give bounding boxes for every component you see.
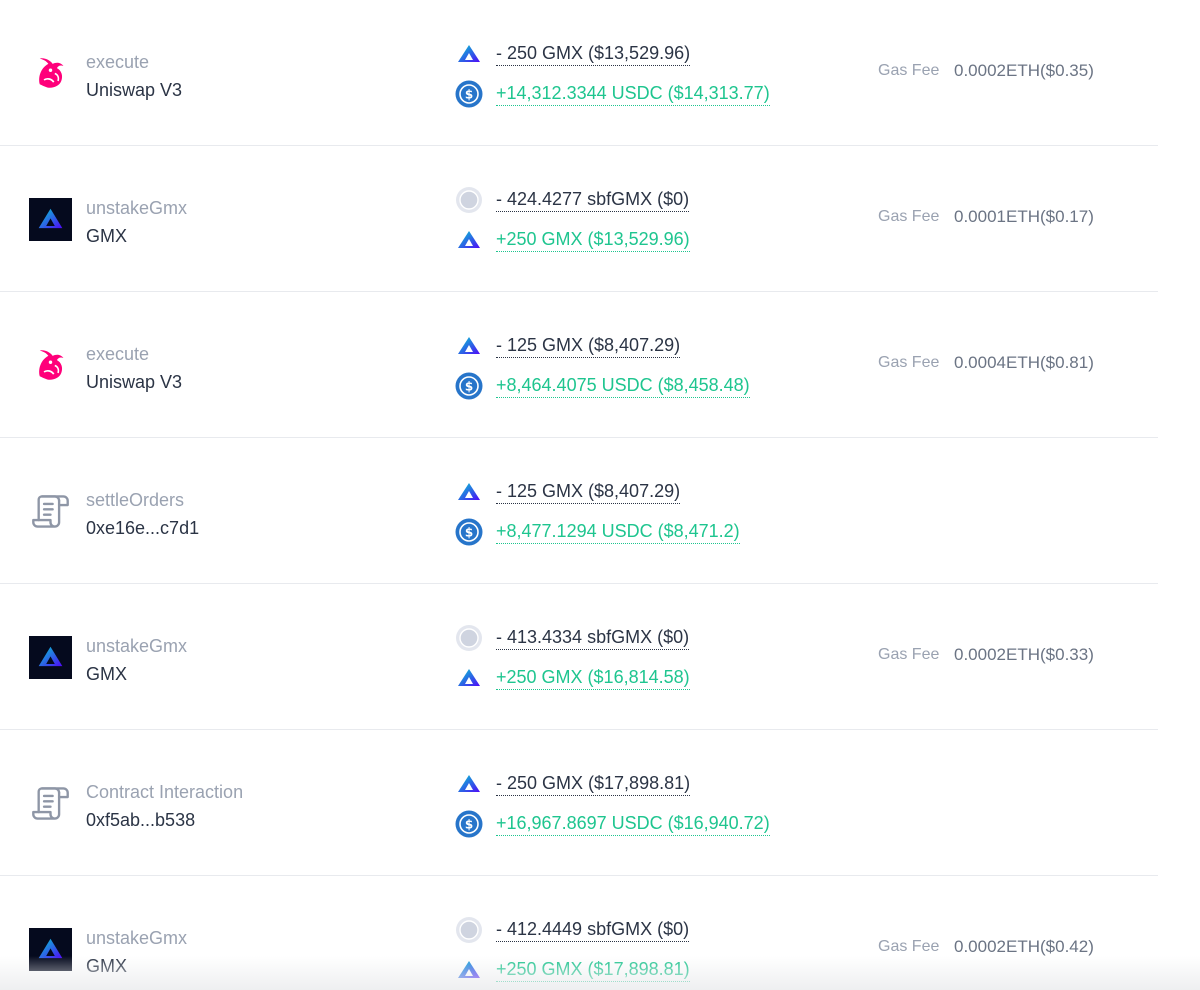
transaction-row[interactable]: execute Uniswap V3 - 125 GMX ($8,407.29) $ +…: [0, 292, 1158, 438]
token-out: - 424.4277 sbfGMX ($0): [455, 186, 690, 214]
token-out: - 250 GMX ($13,529.96): [455, 40, 691, 68]
transaction-list: execute Uniswap V3 - 250 GMX ($13,529.96) $…: [0, 0, 1200, 990]
gmx-token-icon: [455, 664, 483, 692]
token-in-amount[interactable]: +250 GMX ($13,529.96): [496, 229, 690, 252]
token-out-amount[interactable]: - 424.4277 sbfGMX ($0): [496, 189, 690, 212]
method-name: Contract Interaction: [86, 782, 244, 802]
token-out-amount[interactable]: - 250 GMX ($17,898.81): [496, 773, 691, 796]
gmx-token-icon: [455, 40, 483, 68]
svg-text:$: $: [465, 818, 473, 832]
token-in-amount[interactable]: +250 GMX ($16,814.58): [496, 667, 690, 690]
token-out: - 250 GMX ($17,898.81): [455, 770, 691, 798]
target-name[interactable]: GMX: [86, 956, 127, 977]
gmx-token-icon: [455, 478, 483, 506]
token-in-amount[interactable]: +14,312.3344 USDC ($14,313.77): [496, 83, 770, 106]
method-name: unstakeGmx: [86, 198, 188, 218]
target-name[interactable]: GMX: [86, 226, 127, 247]
sbfgmx-token-icon: [455, 624, 483, 652]
token-out: - 125 GMX ($8,407.29): [455, 478, 681, 506]
transaction-row[interactable]: unstakeGmx GMX - 412.4449 sbfGMX ($0) +250 …: [0, 876, 1158, 990]
gas-fee-label: Gas Fee: [878, 208, 940, 225]
token-out: - 412.4449 sbfGMX ($0): [455, 916, 690, 944]
token-out-amount[interactable]: - 413.4334 sbfGMX ($0): [496, 627, 690, 650]
gas-fee-value: 0.0002ETH($0.33): [954, 645, 1094, 664]
contract-scroll-icon: [29, 782, 72, 825]
svg-text:$: $: [465, 526, 473, 540]
token-out-amount[interactable]: - 412.4449 sbfGMX ($0): [496, 919, 690, 942]
transaction-row[interactable]: execute Uniswap V3 - 250 GMX ($13,529.96) $…: [0, 0, 1158, 146]
gas-fee-label: Gas Fee: [878, 938, 940, 955]
uniswap-icon: [29, 344, 72, 387]
svg-text:$: $: [465, 380, 473, 394]
transaction-row[interactable]: settleOrders 0xe16e...c7d1 - 125 GMX ($8,4…: [0, 438, 1158, 584]
gmx-logo-icon: [29, 636, 72, 679]
method-name: unstakeGmx: [86, 636, 188, 656]
method-name: execute: [86, 52, 150, 72]
contract-scroll-icon: [29, 490, 72, 533]
usdc-token-icon: $: [455, 372, 483, 400]
usdc-token-icon: $: [455, 80, 483, 108]
token-in: +250 GMX ($16,814.58): [455, 664, 690, 692]
token-in-amount[interactable]: +16,967.8697 USDC ($16,940.72): [496, 813, 770, 836]
usdc-token-icon: $: [455, 810, 483, 838]
token-in: $ +8,464.4075 USDC ($8,458.48): [455, 372, 750, 400]
gmx-logo-icon: [29, 198, 72, 241]
transaction-row[interactable]: unstakeGmx GMX - 413.4334 sbfGMX ($0) +250 …: [0, 584, 1158, 730]
token-out-amount[interactable]: - 125 GMX ($8,407.29): [496, 481, 681, 504]
token-in: +250 GMX ($13,529.96): [455, 226, 690, 254]
token-out-amount[interactable]: - 125 GMX ($8,407.29): [496, 335, 681, 358]
token-in: $ +16,967.8697 USDC ($16,940.72): [455, 810, 770, 838]
token-in-amount[interactable]: +8,464.4075 USDC ($8,458.48): [496, 375, 750, 398]
gmx-token-icon: [455, 226, 483, 254]
target-name[interactable]: Uniswap V3: [86, 80, 182, 101]
token-out: - 413.4334 sbfGMX ($0): [455, 624, 690, 652]
gmx-token-icon: [455, 956, 483, 984]
transaction-row[interactable]: Contract Interaction 0xf5ab...b538 - 250 G…: [0, 730, 1158, 876]
gas-fee-value: 0.0002ETH($0.42): [954, 937, 1094, 956]
sbfgmx-token-icon: [455, 186, 483, 214]
method-name: unstakeGmx: [86, 928, 188, 948]
token-in-amount[interactable]: +8,477.1294 USDC ($8,471.2): [496, 521, 740, 544]
token-out-amount[interactable]: - 250 GMX ($13,529.96): [496, 43, 691, 66]
target-name[interactable]: 0xf5ab...b538: [86, 810, 195, 831]
target-name[interactable]: 0xe16e...c7d1: [86, 518, 199, 539]
token-out: - 125 GMX ($8,407.29): [455, 332, 681, 360]
method-name: settleOrders: [86, 490, 185, 510]
target-name[interactable]: GMX: [86, 664, 127, 685]
gas-fee-label: Gas Fee: [878, 354, 940, 371]
svg-text:$: $: [465, 88, 473, 102]
token-in: +250 GMX ($17,898.81): [455, 956, 690, 984]
gas-fee-value: 0.0002ETH($0.35): [954, 61, 1094, 80]
transaction-row[interactable]: unstakeGmx GMX - 424.4277 sbfGMX ($0) +250 …: [0, 146, 1158, 292]
uniswap-icon: [29, 52, 72, 95]
gas-fee-label: Gas Fee: [878, 646, 940, 663]
token-in: $ +14,312.3344 USDC ($14,313.77): [455, 80, 770, 108]
token-in: $ +8,477.1294 USDC ($8,471.2): [455, 518, 740, 546]
gas-fee-value: 0.0004ETH($0.81): [954, 353, 1094, 372]
token-in-amount[interactable]: +250 GMX ($17,898.81): [496, 959, 690, 982]
gmx-token-icon: [455, 332, 483, 360]
gas-fee-value: 0.0001ETH($0.17): [954, 207, 1094, 226]
method-name: execute: [86, 344, 150, 364]
sbfgmx-token-icon: [455, 916, 483, 944]
target-name[interactable]: Uniswap V3: [86, 372, 182, 393]
gmx-token-icon: [455, 770, 483, 798]
gas-fee-label: Gas Fee: [878, 62, 940, 79]
gmx-logo-icon: [29, 928, 72, 971]
usdc-token-icon: $: [455, 518, 483, 546]
